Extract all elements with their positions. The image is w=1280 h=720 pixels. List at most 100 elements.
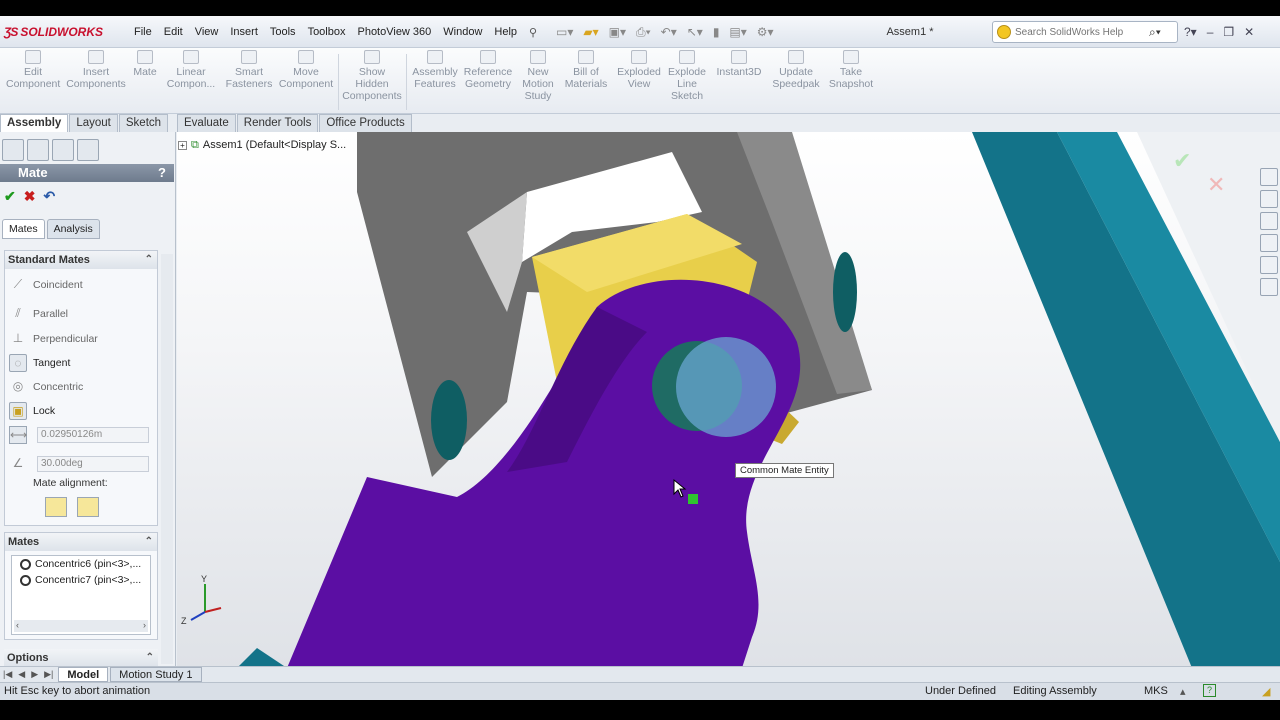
reference-geometry-button[interactable]: Reference Geometry [462, 50, 514, 90]
tab-motion-study[interactable]: Motion Study 1 [110, 667, 202, 682]
solidworks-logo[interactable]: ƷS SOLIDWORKS [4, 22, 103, 42]
explode-line-sketch-button[interactable]: Explode Line Sketch [664, 50, 710, 102]
distance-mate[interactable]: ⟷ [9, 425, 27, 445]
view-orientation-icon[interactable]: ▣▾ [659, 132, 675, 136]
mate-lock[interactable]: ▣ Lock [9, 401, 55, 421]
restore-icon[interactable]: ❐ [1223, 25, 1234, 39]
update-speedpak-button[interactable]: Update Speedpak [768, 50, 824, 90]
mates-list[interactable]: Concentric6 (pin<3>,... Concentric7 (pin… [11, 555, 151, 635]
new-motion-study-button[interactable]: New Motion Study [518, 50, 558, 102]
zoom-area-icon[interactable]: ⌕ [609, 132, 615, 136]
menu-file[interactable]: File [128, 26, 158, 38]
hide-show-icon[interactable]: ◐▾ [707, 132, 719, 136]
assembly-features-button[interactable]: Assembly Features [410, 50, 460, 90]
menu-toolbox[interactable]: Toolbox [302, 26, 352, 38]
bill-of-materials-button[interactable]: Bill of Materials [562, 50, 610, 90]
menu-help[interactable]: Help [488, 26, 523, 38]
rebuild-status-icon[interactable]: ? [1203, 684, 1216, 697]
list-item[interactable]: Concentric7 (pin<3>,... [12, 572, 150, 588]
cancel-icon[interactable]: ✖ [24, 188, 36, 206]
close-icon[interactable]: ✕ [1244, 25, 1254, 39]
options-header[interactable]: Options ⌃ [4, 649, 158, 667]
collapse-icon[interactable]: ⌃ [145, 251, 153, 269]
tab-office-products[interactable]: Office Products [319, 114, 412, 132]
edit-appearance-icon[interactable]: ●▾ [727, 132, 739, 136]
open-icon[interactable]: ▰▾ [583, 25, 598, 39]
mate-coincident[interactable]: ⟋ Coincident [9, 275, 83, 295]
flyout-feature-tree[interactable]: + ⧉ Assem1 (Default<Display S... [178, 137, 346, 153]
save-icon[interactable]: ▣▾ [609, 25, 626, 39]
next-tab-icon[interactable]: ▶ [28, 669, 41, 680]
selected-pin-face[interactable] [676, 337, 776, 437]
design-library-icon[interactable] [1260, 190, 1278, 208]
configuration-manager-icon[interactable] [52, 139, 74, 161]
distance-input[interactable]: 0.02950126m [37, 427, 149, 443]
section-view-icon[interactable]: ▨ [641, 132, 651, 136]
menu-insert[interactable]: Insert [224, 26, 264, 38]
last-tab-icon[interactable]: ▶| [41, 669, 56, 680]
mate-perpendicular[interactable]: ⊥ Perpendicular [9, 329, 98, 349]
tab-evaluate[interactable]: Evaluate [177, 114, 236, 132]
tab-assembly[interactable]: Assembly [0, 114, 69, 132]
show-hidden-components-button[interactable]: Show Hidden Components [342, 50, 402, 102]
angle-mate[interactable]: ∠ [9, 454, 27, 474]
graphics-area[interactable]: Y Z ⌕ ⌕ ↺ ▨ ▣▾ ◧▾ ◐▾ ●▾ ▤▾ ✔ ✕ ▣ ▣ – ❐ ✕ [177, 132, 1280, 668]
undo-icon[interactable]: ↶ [43, 188, 55, 206]
take-snapshot-button[interactable]: Take Snapshot [826, 50, 876, 90]
collapse-icon[interactable]: ⌃ [146, 649, 154, 667]
view-palette-icon[interactable] [1260, 234, 1278, 252]
search-box[interactable]: ⌕▾ [992, 21, 1178, 43]
select-icon[interactable]: ↖▾ [687, 25, 703, 39]
view-tile-icon[interactable]: ▣ [1160, 132, 1170, 133]
aligned-button[interactable] [45, 497, 67, 517]
view-split-icon[interactable]: ▣ [1180, 132, 1190, 133]
units-selector[interactable]: MKS [1144, 685, 1168, 697]
file-properties-icon[interactable]: ▤▾ [729, 25, 746, 39]
options-icon[interactable]: ⚙▾ [757, 25, 774, 39]
exploded-view-button[interactable]: Exploded View [614, 50, 664, 90]
insert-components-button[interactable]: Insert Components [66, 50, 126, 90]
smart-fasteners-button[interactable]: Smart Fasteners [224, 50, 274, 90]
mate-tangent[interactable]: ◌ Tangent [9, 353, 70, 373]
minimize-icon[interactable]: – [1207, 25, 1214, 39]
rebuild-icon[interactable]: ▮ [713, 25, 720, 39]
ok-icon[interactable]: ✔ [4, 188, 16, 206]
linear-component-pattern-button[interactable]: Linear Compon... [164, 50, 218, 90]
mates-header[interactable]: Mates ⌃ [5, 533, 157, 551]
viewport-restore-icon[interactable]: ❐ [1217, 132, 1227, 133]
angle-input[interactable]: 30.00deg [37, 456, 149, 472]
viewport-close-icon[interactable]: ✕ [1237, 132, 1246, 133]
menu-window[interactable]: Window [437, 26, 488, 38]
help-icon[interactable]: ?▾ [1184, 25, 1197, 39]
scroll-left-icon[interactable]: ‹ [16, 620, 19, 632]
tab-sketch[interactable]: Sketch [118, 114, 169, 132]
tab-model[interactable]: Model [58, 667, 109, 682]
resize-grip-icon[interactable]: ◢ [1262, 685, 1270, 698]
first-tab-icon[interactable]: |◀ [0, 669, 15, 680]
file-explorer-icon[interactable] [1260, 212, 1278, 230]
search-icon[interactable]: ⌕▾ [1149, 25, 1161, 40]
pin-icon[interactable]: ⚲ [523, 26, 543, 39]
confirm-cancel-icon[interactable]: ✕ [1207, 172, 1225, 198]
tab-render-tools[interactable]: Render Tools [236, 114, 319, 132]
display-manager-icon[interactable] [77, 139, 99, 161]
units-dropdown-icon[interactable]: ▴ [1180, 685, 1186, 698]
feature-manager-icon[interactable] [2, 139, 24, 161]
expand-icon[interactable]: + [178, 140, 187, 150]
apply-scene-icon[interactable]: ▤▾ [747, 132, 763, 136]
menu-view[interactable]: View [189, 26, 225, 38]
print-icon[interactable]: ⎙▾ [636, 25, 651, 40]
appearances-icon[interactable] [1260, 256, 1278, 274]
new-document-icon[interactable]: ▭▾ [556, 25, 573, 39]
anti-aligned-button[interactable] [77, 497, 99, 517]
help-button[interactable]: ? [158, 164, 166, 182]
tab-analysis[interactable]: Analysis [46, 219, 100, 239]
scroll-right-icon[interactable]: › [143, 620, 146, 632]
mate-parallel[interactable]: ⫽ Parallel [9, 304, 68, 324]
zoom-to-fit-icon[interactable]: ⌕ [595, 132, 601, 136]
prev-tab-icon[interactable]: ◀ [15, 669, 28, 680]
viewport-minimize-icon[interactable]: – [1201, 132, 1207, 133]
edit-component-button[interactable]: Edit Component [6, 50, 60, 90]
collapse-icon[interactable]: ⌃ [145, 533, 153, 551]
menu-photoview[interactable]: PhotoView 360 [351, 26, 437, 38]
